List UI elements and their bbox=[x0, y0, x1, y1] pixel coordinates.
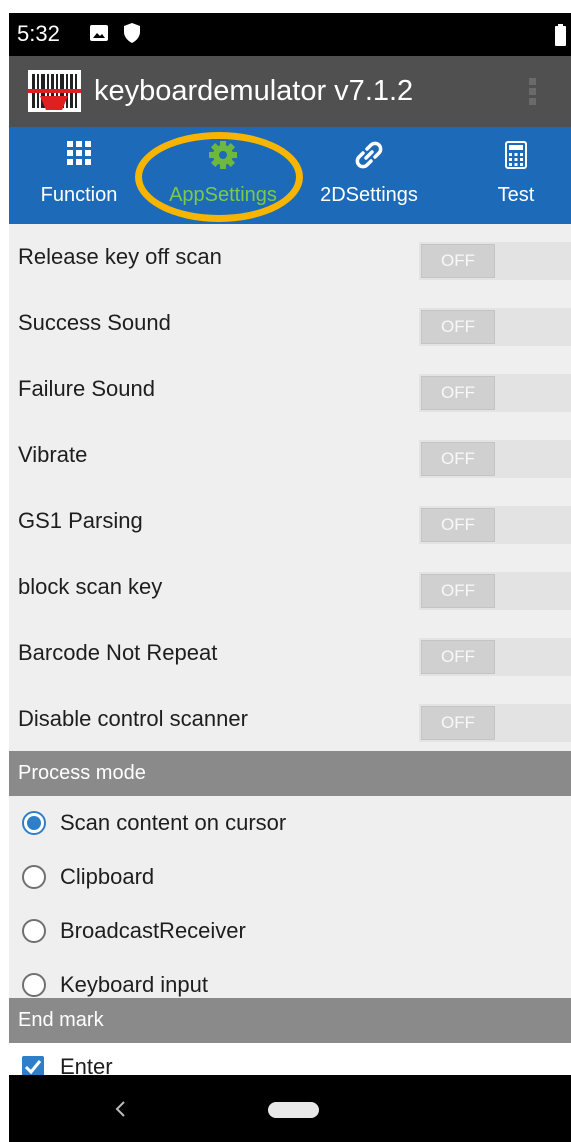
setting-row-release-key-off-scan: Release key off scan OFF bbox=[9, 224, 571, 290]
overflow-menu-icon[interactable] bbox=[526, 76, 538, 110]
app-bar: keyboardemulator v7.1.2 bbox=[9, 56, 571, 127]
status-time: 5:32 bbox=[17, 21, 60, 46]
status-bar: 5:32 bbox=[9, 13, 571, 56]
barcode-not-repeat-toggle[interactable]: OFF bbox=[419, 638, 571, 676]
tab-appsettings[interactable]: AppSettings bbox=[161, 127, 285, 224]
setting-row-failure-sound: Failure Sound OFF bbox=[9, 356, 571, 422]
toggle-state: OFF bbox=[441, 449, 475, 468]
tab-test[interactable]: Test bbox=[473, 127, 559, 224]
end-mark-header: End mark bbox=[9, 998, 571, 1043]
setting-label: block scan key bbox=[18, 574, 163, 599]
tab-2dsettings[interactable]: 2DSettings bbox=[309, 127, 429, 224]
app-title: keyboardemulator v7.1.2 bbox=[94, 75, 414, 107]
toggle-state: OFF bbox=[441, 515, 475, 534]
radio-option-scan-content-on-cursor[interactable]: Scan content on cursor bbox=[9, 796, 571, 850]
setting-row-vibrate: Vibrate OFF bbox=[9, 422, 571, 488]
setting-row-gs1-parsing: GS1 Parsing OFF bbox=[9, 488, 571, 554]
screenshot-frame: 5:32 keyboardemulator v7.1.2 Function Ap… bbox=[0, 0, 571, 1142]
radio-label: Clipboard bbox=[60, 864, 155, 889]
setting-row-block-scan-key: block scan key OFF bbox=[9, 554, 571, 620]
release-key-toggle[interactable]: OFF bbox=[419, 242, 571, 280]
tab-label: AppSettings bbox=[169, 184, 277, 206]
toggle-state: OFF bbox=[441, 317, 475, 336]
setting-row-disable-control-scanner: Disable control scanner OFF bbox=[9, 686, 571, 752]
radio-button[interactable] bbox=[22, 865, 46, 889]
radio-option-clipboard[interactable]: Clipboard bbox=[9, 850, 571, 904]
radio-option-broadcastreceiver[interactable]: BroadcastReceiver bbox=[9, 904, 571, 958]
setting-label: Barcode Not Repeat bbox=[18, 640, 218, 665]
toggle-state: OFF bbox=[441, 383, 475, 402]
setting-label: Success Sound bbox=[18, 310, 171, 335]
home-pill-icon[interactable] bbox=[268, 1102, 319, 1118]
setting-label: Vibrate bbox=[18, 442, 88, 467]
gs1-parsing-toggle[interactable]: OFF bbox=[419, 506, 571, 544]
tab-label: Test bbox=[497, 184, 535, 206]
block-scan-key-toggle[interactable]: OFF bbox=[419, 572, 571, 610]
success-sound-toggle[interactable]: OFF bbox=[419, 308, 571, 346]
radio-button-checked[interactable] bbox=[22, 811, 46, 835]
radio-button[interactable] bbox=[22, 973, 46, 997]
tab-label: Function bbox=[40, 184, 118, 206]
process-mode-header: Process mode bbox=[9, 751, 571, 796]
calculator-icon bbox=[505, 141, 527, 169]
radio-button[interactable] bbox=[22, 919, 46, 943]
setting-label: Release key off scan bbox=[18, 244, 222, 269]
image-icon bbox=[90, 25, 108, 41]
section-title: Process mode bbox=[18, 762, 146, 784]
gear-icon bbox=[209, 141, 237, 169]
grid-icon bbox=[67, 141, 91, 165]
setting-label: GS1 Parsing bbox=[18, 508, 143, 533]
radio-label: Scan content on cursor bbox=[60, 810, 287, 835]
phone-screen: 5:32 keyboardemulator v7.1.2 Function Ap… bbox=[9, 13, 571, 1142]
tab-label: 2DSettings bbox=[320, 184, 418, 206]
settings-content: Release key off scan OFF Success Sound O… bbox=[9, 224, 571, 1088]
disable-control-scanner-toggle[interactable]: OFF bbox=[419, 704, 571, 742]
setting-row-success-sound: Success Sound OFF bbox=[9, 290, 571, 356]
toggle-state: OFF bbox=[441, 251, 475, 270]
section-title: End mark bbox=[18, 1009, 104, 1031]
barcode-logo-icon bbox=[28, 70, 81, 112]
radio-label: BroadcastReceiver bbox=[60, 918, 246, 943]
navigation-bar bbox=[9, 1075, 571, 1142]
failure-sound-toggle[interactable]: OFF bbox=[419, 374, 571, 412]
tab-bar: Function AppSettings 2DSettings Test bbox=[9, 127, 571, 224]
setting-label: Failure Sound bbox=[18, 376, 155, 401]
vibrate-toggle[interactable]: OFF bbox=[419, 440, 571, 478]
battery-icon bbox=[555, 24, 566, 46]
shield-icon bbox=[124, 23, 140, 43]
setting-row-barcode-not-repeat: Barcode Not Repeat OFF bbox=[9, 620, 571, 686]
back-icon[interactable] bbox=[113, 1098, 127, 1120]
toggle-state: OFF bbox=[441, 647, 475, 666]
toggle-state: OFF bbox=[441, 581, 475, 600]
setting-label: Disable control scanner bbox=[18, 706, 248, 731]
tab-function[interactable]: Function bbox=[31, 127, 127, 224]
toggle-state: OFF bbox=[441, 713, 475, 732]
link-icon bbox=[355, 141, 383, 169]
